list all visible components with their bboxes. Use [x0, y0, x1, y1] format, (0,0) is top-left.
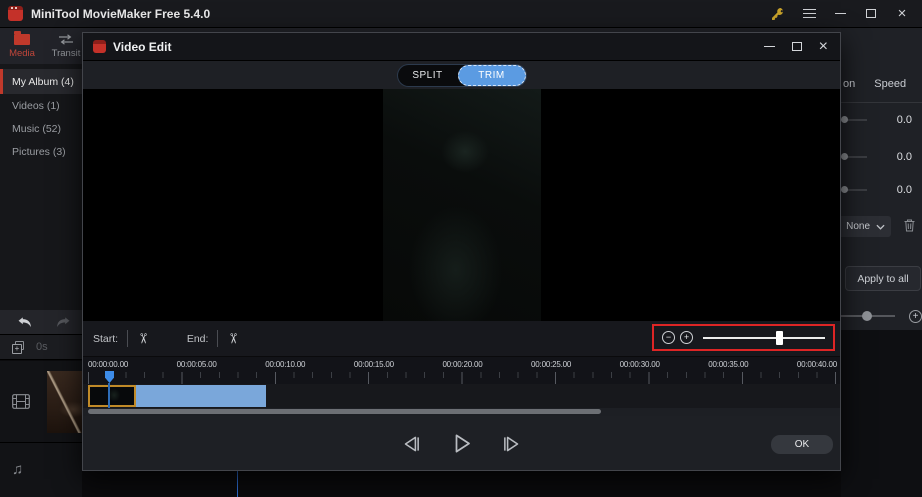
- ruler-tick-label: 00:00:00.00: [88, 360, 129, 369]
- play-button[interactable]: [449, 431, 474, 456]
- sidebar-item-videos[interactable]: Videos (1): [0, 94, 82, 117]
- chevron-down-icon: [876, 224, 885, 230]
- main-zoom-control: +: [833, 309, 922, 323]
- audio-track-header[interactable]: ♫: [0, 443, 82, 496]
- timeline-clip-thumbnail[interactable]: [47, 371, 85, 433]
- ruler-tick-label: 00:00:40.00: [796, 360, 837, 369]
- clip-body[interactable]: [136, 385, 266, 407]
- apply-to-all-button[interactable]: Apply to all: [845, 266, 921, 291]
- dialog-timeline: 00:00:00.00 00:00:05.00 00:00:10.00 00:0…: [83, 356, 840, 416]
- window-title: MiniTool MovieMaker Free 5.4.0: [31, 6, 211, 21]
- license-key-icon[interactable]: [770, 6, 786, 22]
- ruler-tick-label: 00:00:25.00: [531, 360, 572, 369]
- media-folder-icon: [14, 30, 30, 45]
- set-end-scissors-icon[interactable]: ✂: [225, 333, 242, 345]
- transition-arrows-icon: [59, 33, 73, 45]
- main-timeline-playhead[interactable]: [237, 471, 238, 497]
- timeline-duration-label: 0s: [36, 341, 48, 353]
- slider-value: 0.0: [896, 184, 912, 196]
- trim-end-control: End: ✂: [186, 330, 242, 347]
- properties-panel: on Speed 0.0 0.0 0.0 None Apply to all +: [833, 28, 922, 330]
- main-zoom-slider[interactable]: [833, 311, 895, 321]
- close-button[interactable]: ×: [894, 6, 910, 22]
- titlebar: MiniTool MovieMaker Free 5.4.0 ×: [0, 0, 922, 28]
- ruler-tick-label: 00:00:35.00: [708, 360, 749, 369]
- ruler-ticks: [88, 372, 836, 384]
- app-window: MiniTool MovieMaker Free 5.4.0 × Media T…: [0, 0, 922, 497]
- delete-effect-button[interactable]: [904, 219, 915, 237]
- saturation-slider[interactable]: [841, 153, 867, 160]
- split-trim-toggle: SPLIT TRIM: [397, 64, 526, 86]
- clip-thumbnail[interactable]: [88, 385, 136, 407]
- timeline-header-row: + 0s: [0, 334, 82, 360]
- video-edit-dialog: Video Edit × SPLIT TRIM Start: ✂ End: ✂ …: [82, 32, 841, 471]
- ruler-tick-label: 00:00:05.00: [176, 360, 217, 369]
- effect-dropdown[interactable]: None: [833, 216, 891, 237]
- time-ruler[interactable]: 00:00:00.00 00:00:05.00 00:00:10.00 00:0…: [83, 356, 840, 384]
- step-back-button[interactable]: [400, 433, 422, 455]
- panel-divider: [841, 102, 922, 103]
- ruler-tick-label: 00:00:10.00: [265, 360, 306, 369]
- zoom-in-button[interactable]: +: [680, 331, 693, 344]
- dialog-title: Video Edit: [113, 39, 172, 54]
- timeline-scrollbar[interactable]: [83, 408, 840, 416]
- clip-track: [83, 384, 840, 408]
- playhead-line: [108, 383, 110, 408]
- dropdown-value: None: [846, 221, 870, 232]
- video-frame: [382, 89, 541, 321]
- ok-button[interactable]: OK: [771, 435, 833, 454]
- ruler-tick-label: 00:00:30.00: [619, 360, 660, 369]
- add-clip-icon[interactable]: +: [12, 340, 25, 354]
- set-start-scissors-icon[interactable]: ✂: [134, 333, 151, 345]
- divider: [217, 330, 219, 347]
- sidebar-item-pictures[interactable]: Pictures (3): [0, 140, 82, 163]
- zoom-out-button[interactable]: −: [662, 331, 675, 344]
- timeline-right-area: [841, 330, 922, 497]
- sidebar-item-music[interactable]: Music (52): [0, 117, 82, 140]
- start-label: Start:: [93, 332, 119, 345]
- ruler-tick-label: 00:00:15.00: [353, 360, 394, 369]
- maximize-button[interactable]: [863, 6, 879, 22]
- toolbar-tab-media[interactable]: Media: [0, 28, 44, 64]
- film-strip-icon: [12, 394, 30, 409]
- trim-tab[interactable]: TRIM: [457, 64, 526, 86]
- timeline-zoom-highlight: − +: [652, 324, 835, 351]
- split-tab[interactable]: SPLIT: [398, 70, 458, 81]
- contrast-slider[interactable]: [841, 116, 867, 123]
- brightness-slider[interactable]: [841, 186, 867, 193]
- step-forward-button[interactable]: [501, 433, 523, 455]
- end-label: End:: [186, 332, 209, 345]
- zoom-slider[interactable]: [703, 330, 825, 345]
- tab-motion[interactable]: on: [843, 78, 855, 90]
- divider: [127, 330, 129, 347]
- minimize-button[interactable]: [832, 6, 848, 22]
- dialog-minimize-button[interactable]: [763, 45, 775, 48]
- sidebar-item-my-album[interactable]: My Album (4): [0, 69, 82, 94]
- music-note-icon: ♫: [12, 461, 24, 478]
- video-preview: [83, 89, 840, 321]
- ruler-tick-label: 00:00:20.00: [442, 360, 483, 369]
- dialog-close-button[interactable]: ×: [819, 38, 828, 54]
- redo-icon[interactable]: [55, 316, 72, 329]
- zoom-slider-thumb[interactable]: [776, 330, 784, 345]
- media-sidebar: My Album (4) Videos (1) Music (52) Pictu…: [0, 64, 82, 310]
- mode-toggle-bar: SPLIT TRIM: [83, 61, 840, 89]
- video-clip[interactable]: [88, 385, 266, 407]
- history-controls: [0, 310, 82, 334]
- dialog-footer: OK: [83, 416, 840, 470]
- trim-start-control: Start: ✂: [93, 330, 151, 347]
- scrollbar-thumb[interactable]: [88, 409, 601, 414]
- dialog-header: Video Edit ×: [83, 33, 840, 61]
- dialog-maximize-button[interactable]: [791, 42, 802, 51]
- dialog-app-icon: [93, 40, 106, 53]
- zoom-in-icon[interactable]: +: [909, 309, 922, 323]
- undo-icon[interactable]: [16, 316, 33, 329]
- app-logo-icon: [8, 6, 23, 21]
- tab-speed[interactable]: Speed: [874, 78, 906, 90]
- menu-icon[interactable]: [801, 6, 817, 22]
- slider-value: 0.0: [896, 151, 912, 163]
- trim-controls-bar: Start: ✂ End: ✂ − +: [83, 321, 840, 356]
- slider-value: 0.0: [896, 114, 912, 126]
